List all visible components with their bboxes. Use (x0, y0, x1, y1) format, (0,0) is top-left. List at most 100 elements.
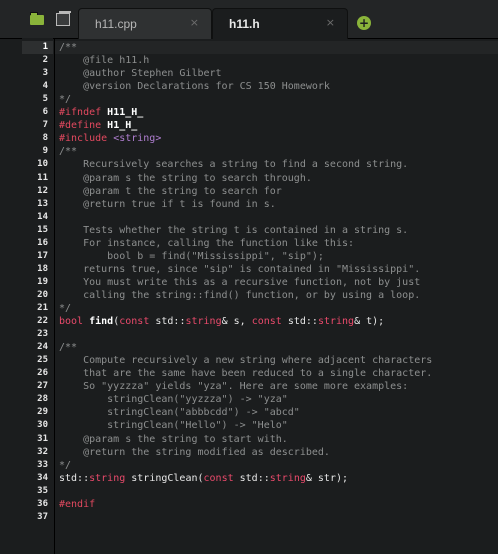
line-number: 32 (37, 446, 48, 457)
line-number: 13 (37, 198, 48, 209)
code-line[interactable]: */ (59, 93, 71, 106)
code-line[interactable]: @param t the string to search for (59, 185, 282, 198)
code-token: string (317, 316, 355, 328)
code-token: For instance, calling the function like … (59, 237, 355, 249)
code-line[interactable]: @return true if t is found in s. (59, 198, 276, 211)
line-number: 31 (37, 433, 48, 444)
code-line[interactable]: @param s the string to start with. (59, 433, 288, 446)
line-number: 30 (37, 420, 48, 431)
code-line[interactable]: Compute recursively a new string where a… (59, 354, 432, 367)
line-number: 27 (37, 381, 48, 392)
code-token: #include (59, 133, 114, 145)
close-icon[interactable]: × (326, 16, 335, 29)
code-token: & str); (305, 472, 349, 484)
code-token: stringClean("yyzzza") -> "yza" (59, 394, 288, 406)
code-token: @return the string modified as described… (59, 446, 330, 458)
code-line[interactable]: @author Stephen Gilbert (59, 67, 221, 80)
code-token: @version Declarations for CS 150 Homewor… (59, 81, 330, 93)
line-number: 33 (37, 459, 48, 470)
code-line[interactable]: @param s the string to search through. (59, 172, 312, 185)
code-line[interactable]: For instance, calling the function like … (59, 237, 354, 250)
code-line[interactable]: */ (59, 459, 71, 472)
tab-list-icon[interactable] (56, 11, 74, 27)
line-number: 1 (42, 42, 48, 52)
code-line[interactable]: that are the same have been reduced to a… (59, 367, 432, 380)
code-line[interactable]: calling the string::find() function, or … (59, 289, 420, 302)
code-line[interactable]: @return the string modified as described… (59, 446, 330, 459)
code-line[interactable]: stringClean("yyzzza") -> "yza" (59, 393, 288, 406)
add-tab-icon[interactable]: + (357, 16, 371, 30)
line-number: 7 (42, 120, 48, 131)
line-number: 8 (42, 133, 48, 144)
line-number: 20 (37, 289, 48, 300)
code-line[interactable]: bool b = find("Mississippi", "sip"); (59, 250, 324, 263)
code-token: that are the same have been reduced to a… (59, 368, 433, 380)
line-number: 24 (37, 342, 48, 353)
code-token: const (203, 472, 240, 484)
line-number: 26 (37, 368, 48, 379)
code-token: string (185, 316, 222, 328)
close-icon[interactable]: × (190, 16, 199, 29)
code-line[interactable]: #include <string> (59, 132, 161, 145)
code-token: string (89, 472, 132, 484)
code-token: @file h11.h (59, 55, 150, 67)
code-line[interactable]: #ifndef H11_H_ (59, 106, 143, 119)
line-number: 29 (37, 407, 48, 418)
tab-bar: h11.cpp × h11.h × + (0, 0, 498, 39)
code-line[interactable]: stringClean("Hello") -> "Helo" (59, 419, 288, 432)
folder-icon[interactable] (30, 11, 48, 27)
code-line[interactable]: */ (59, 302, 71, 315)
line-number: 23 (37, 329, 48, 340)
code-token: std:: (155, 316, 186, 328)
code-token: /** (59, 42, 78, 53)
code-line[interactable]: Recursively searches a string to find a … (59, 158, 408, 171)
code-line[interactable]: You must write this as a recursive funct… (59, 276, 420, 289)
tab-h11-cpp[interactable]: h11.cpp × (78, 8, 212, 39)
line-number: 35 (37, 485, 48, 496)
code-token: H11_H_ (107, 107, 144, 119)
code-line[interactable]: @file h11.h (59, 54, 149, 67)
tab-label: h11.h (229, 17, 260, 31)
code-line[interactable]: returns true, since "sip" is contained i… (59, 263, 420, 276)
code-token: #endif (59, 498, 96, 510)
line-number: 34 (37, 472, 48, 483)
code-token: & t); (354, 316, 385, 328)
code-line[interactable]: stringClean("abbbcdd") -> "abcd" (59, 406, 300, 419)
code-line[interactable]: /** (59, 145, 77, 158)
code-token: returns true, since "sip" is contained i… (59, 263, 421, 275)
tab-h11-h[interactable]: h11.h × (212, 8, 348, 39)
line-number-gutter: 1 2 3 4 5 6 7 8 9 10 11 12 13 14 15 16 17 18 19 20 21 22 23 24 2… (22, 38, 53, 554)
line-number: 2 (42, 55, 48, 66)
line-number: 19 (37, 276, 48, 287)
code-token: /** (59, 146, 78, 158)
line-number: 11 (37, 172, 48, 183)
code-line[interactable]: /** (59, 41, 77, 54)
code-line[interactable]: #define H1_H_ (59, 119, 137, 132)
line-number: 5 (42, 94, 48, 105)
line-number: 16 (37, 237, 48, 248)
line-number: 37 (37, 511, 48, 522)
code-token: std:: (239, 472, 270, 484)
code-token: & s, (221, 316, 252, 328)
code-token: @return true if t is found in s. (59, 198, 276, 210)
line-number: 22 (37, 316, 48, 327)
code-line[interactable]: @version Declarations for CS 150 Homewor… (59, 80, 330, 93)
code-editor[interactable]: /** @file h11.h @author Stephen Gilbert … (55, 38, 498, 554)
code-line[interactable]: #endif (59, 498, 95, 511)
code-line[interactable]: bool find(const std::string& s, const st… (59, 315, 384, 328)
line-number: 21 (37, 303, 48, 313)
code-token: */ (59, 94, 72, 106)
code-line[interactable]: So "yyzzza" yields "yza". Here are some … (59, 380, 408, 393)
code-token: #define (59, 120, 108, 132)
code-line[interactable]: /** (59, 341, 77, 354)
code-token: You must write this as a recursive funct… (59, 276, 421, 288)
code-token: #ifndef (59, 107, 108, 119)
line-number: 18 (37, 263, 48, 274)
line-number: 4 (42, 81, 48, 92)
code-token: @param s the string to start with. (59, 433, 288, 445)
code-line[interactable]: std::string stringClean(const std::strin… (59, 472, 348, 485)
line-number: 17 (37, 250, 48, 261)
code-line[interactable]: Tests whether the string t is contained … (59, 224, 408, 237)
code-token: Recursively searches a string to find a … (59, 159, 409, 171)
code-token: stringClean( (131, 472, 204, 484)
